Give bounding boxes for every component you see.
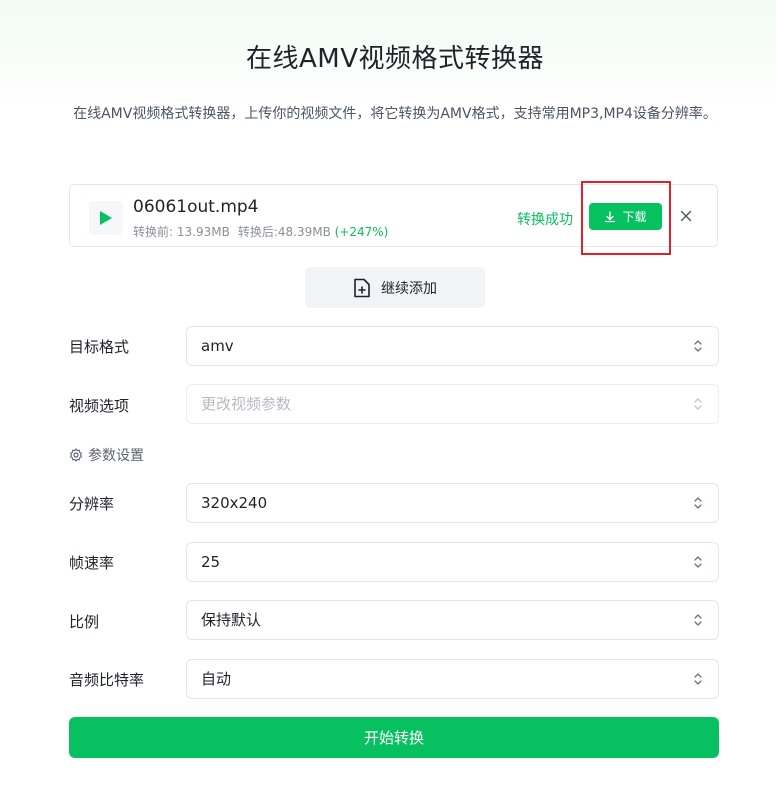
video-options-label: 视频选项: [69, 397, 130, 415]
frame-rate-value: 25: [201, 553, 221, 571]
file-plus-icon: [354, 278, 370, 297]
video-options-select[interactable]: 更改视频参数: [186, 384, 719, 424]
chevron-up-down-icon: [694, 614, 702, 626]
aspect-ratio-select[interactable]: 保持默认: [186, 600, 719, 640]
page-title: 在线AMV视频格式转换器: [245, 44, 544, 74]
size-after: 转换后:48.39MB: [237, 225, 331, 239]
chevron-up-down-icon: [694, 398, 702, 410]
target-format-label: 目标格式: [69, 338, 130, 356]
target-format-select[interactable]: amv: [186, 326, 719, 366]
chevron-up-down-icon: [694, 673, 702, 685]
audio-bitrate-value: 自动: [201, 670, 232, 688]
close-icon: [680, 210, 692, 222]
add-more-button[interactable]: 继续添加: [305, 267, 485, 308]
chevron-up-down-icon: [694, 556, 702, 568]
target-format-value: amv: [201, 337, 234, 355]
start-convert-button[interactable]: 开始转换: [69, 717, 719, 758]
resolution-value: 320x240: [201, 494, 268, 512]
add-more-label: 继续添加: [381, 280, 437, 297]
highlight-annotation: [581, 181, 671, 255]
size-change: (+247%): [334, 225, 389, 239]
params-settings-label: 参数设置: [88, 448, 144, 464]
video-options-placeholder: 更改视频参数: [201, 395, 292, 413]
status-success: 转换成功: [517, 212, 573, 228]
play-icon: [100, 211, 112, 225]
page-description: 在线AMV视频格式转换器，上传你的视频文件，将它转换为AMV格式，支持常用MP3…: [73, 106, 717, 122]
frame-rate-select[interactable]: 25: [186, 542, 719, 582]
file-size-info: 转换前: 13.93MB 转换后:48.39MB (+247%): [133, 223, 388, 240]
resolution-select[interactable]: 320x240: [186, 483, 719, 523]
remove-file-button[interactable]: [678, 208, 694, 224]
aspect-ratio-label: 比例: [69, 613, 100, 631]
start-convert-label: 开始转换: [363, 729, 424, 747]
audio-bitrate-label: 音频比特率: [69, 671, 145, 689]
audio-bitrate-select[interactable]: 自动: [186, 659, 719, 699]
file-name: 06061out.mp4: [133, 197, 259, 217]
aspect-ratio-value: 保持默认: [201, 611, 262, 629]
chevron-up-down-icon: [694, 497, 702, 509]
resolution-label: 分辨率: [69, 495, 115, 513]
play-button[interactable]: [89, 201, 123, 235]
params-settings-toggle[interactable]: 参数设置: [69, 445, 144, 465]
gear-icon: [70, 448, 82, 462]
size-before: 转换前: 13.93MB: [133, 225, 230, 239]
frame-rate-label: 帧速率: [69, 554, 115, 572]
chevron-up-down-icon: [694, 340, 702, 352]
